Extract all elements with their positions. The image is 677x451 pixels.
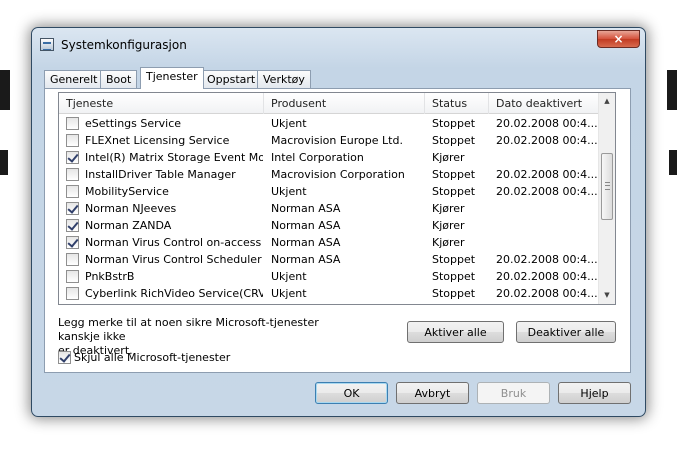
- service-status: Stoppet: [432, 134, 476, 147]
- cancel-button[interactable]: Avbryt: [396, 382, 469, 404]
- service-manufacturer: Norman ASA: [271, 202, 341, 215]
- service-date-disabled: 20.02.2008 00:4...: [496, 117, 598, 130]
- column-header-service[interactable]: Tjeneste: [59, 93, 264, 114]
- column-header-manufacturer[interactable]: Produsent: [264, 93, 425, 114]
- scroll-down-arrow-icon[interactable]: ▼: [599, 287, 615, 304]
- system-configuration-window: Systemkonfigurasjon × Generelt Boot Tjen…: [31, 27, 646, 417]
- tab-tools[interactable]: Verktøy: [257, 70, 311, 88]
- service-name: eSettings Service: [85, 117, 182, 130]
- help-button[interactable]: Hjelp: [558, 382, 631, 404]
- service-name: Norman ZANDA: [85, 219, 172, 232]
- service-manufacturer: Norman ASA: [271, 236, 341, 249]
- hide-microsoft-services-label[interactable]: Skjul alle Microsoft-tjenester: [74, 351, 230, 364]
- scroll-thumb[interactable]: [601, 153, 613, 220]
- service-checkbox[interactable]: [66, 168, 79, 181]
- background-strip-right-2: [669, 150, 677, 175]
- column-header-status[interactable]: Status: [425, 93, 489, 114]
- service-manufacturer: Ukjent: [271, 117, 307, 130]
- disable-all-button[interactable]: Deaktiver alle: [516, 321, 616, 343]
- service-manufacturer: Ukjent: [271, 270, 307, 283]
- service-checkbox[interactable]: [66, 202, 79, 215]
- services-list[interactable]: Tjeneste Produsent Status Dato deaktiver…: [58, 92, 616, 305]
- service-date-disabled: 20.02.2008 00:4...: [496, 168, 598, 181]
- msconfig-icon: [40, 38, 54, 51]
- service-status: Stoppet: [432, 185, 476, 198]
- tab-startup[interactable]: Oppstart: [201, 70, 262, 88]
- table-row[interactable]: Intel(R) Matrix Storage Event Moni... Int…: [59, 149, 600, 166]
- service-name: Norman Virus Control Scheduler: [85, 253, 262, 266]
- service-name: Cyberlink RichVideo Service(CRVS): [85, 287, 263, 300]
- service-checkbox[interactable]: [66, 219, 79, 232]
- service-status: Stoppet: [432, 117, 476, 130]
- hide-microsoft-services-checkbox[interactable]: [58, 351, 71, 364]
- table-row[interactable]: MobilityService Ukjent Stoppet 20.02.2008 0…: [59, 183, 600, 200]
- service-date-disabled: 20.02.2008 00:4...: [496, 270, 598, 283]
- tab-boot[interactable]: Boot: [100, 70, 138, 88]
- vertical-scrollbar[interactable]: ▲ ▼: [598, 93, 615, 304]
- service-checkbox[interactable]: [66, 270, 79, 283]
- apply-button[interactable]: Bruk: [477, 382, 550, 404]
- service-manufacturer: Macrovision Corporation: [271, 168, 405, 181]
- table-row[interactable]: InstallDriver Table Manager Macrovision C…: [59, 166, 600, 183]
- service-checkbox[interactable]: [66, 151, 79, 164]
- column-header-date-disabled[interactable]: Dato deaktivert: [489, 93, 600, 114]
- service-name: Intel(R) Matrix Storage Event Moni...: [85, 151, 263, 164]
- table-row[interactable]: eSettings Service Ukjent Stoppet 20.02.2008…: [59, 115, 600, 132]
- service-status: Kjører: [432, 202, 465, 215]
- background-strip-left-2: [0, 150, 8, 175]
- service-checkbox[interactable]: [66, 253, 79, 266]
- tab-services[interactable]: Tjenester: [140, 67, 204, 89]
- service-date-disabled: 20.02.2008 00:4...: [496, 287, 598, 300]
- list-header: Tjeneste Produsent Status Dato deaktiver…: [59, 93, 600, 114]
- service-status: Stoppet: [432, 253, 476, 266]
- services-tab-panel: Tjeneste Produsent Status Dato deaktiver…: [44, 88, 631, 373]
- table-row[interactable]: Norman Virus Control on-access co... Norm…: [59, 234, 600, 251]
- scroll-up-arrow-icon[interactable]: ▲: [599, 93, 615, 110]
- service-manufacturer: Macrovision Europe Ltd.: [271, 134, 403, 147]
- background-strip-left: [0, 70, 10, 110]
- tab-general[interactable]: Generelt: [44, 70, 104, 88]
- service-status: Kjører: [432, 219, 465, 232]
- table-row[interactable]: Norman Virus Control Scheduler Norman ASA…: [59, 251, 600, 268]
- service-manufacturer: Ukjent: [271, 287, 307, 300]
- table-row[interactable]: Norman ZANDA Norman ASA Kjører: [59, 217, 600, 234]
- service-manufacturer: Intel Corporation: [271, 151, 364, 164]
- service-date-disabled: 20.02.2008 00:4...: [496, 134, 598, 147]
- background-strip-right: [667, 70, 677, 110]
- service-checkbox[interactable]: [66, 236, 79, 249]
- service-name: MobilityService: [85, 185, 169, 198]
- table-row[interactable]: PnkBstrB Ukjent Stoppet 20.02.2008 00:4...: [59, 268, 600, 285]
- service-status: Kjører: [432, 151, 465, 164]
- service-checkbox[interactable]: [66, 117, 79, 130]
- service-checkbox[interactable]: [66, 185, 79, 198]
- service-checkbox[interactable]: [66, 287, 79, 300]
- service-manufacturer: Ukjent: [271, 185, 307, 198]
- service-manufacturer: Norman ASA: [271, 253, 341, 266]
- service-name: Norman Virus Control on-access co...: [85, 236, 263, 249]
- service-status: Kjører: [432, 236, 465, 249]
- service-name: PnkBstrB: [85, 270, 135, 283]
- service-status: Stoppet: [432, 270, 476, 283]
- service-name: InstallDriver Table Manager: [85, 168, 236, 181]
- service-name: Norman NJeeves: [85, 202, 177, 215]
- window-title: Systemkonfigurasjon: [61, 38, 187, 52]
- service-date-disabled: 20.02.2008 00:4...: [496, 253, 598, 266]
- table-row[interactable]: FLEXnet Licensing Service Macrovision Eur…: [59, 132, 600, 149]
- close-button[interactable]: ×: [597, 30, 640, 48]
- service-status: Stoppet: [432, 287, 476, 300]
- ok-button[interactable]: OK: [315, 382, 388, 404]
- enable-all-button[interactable]: Aktiver alle: [407, 321, 504, 343]
- service-status: Stoppet: [432, 168, 476, 181]
- table-row[interactable]: Cyberlink RichVideo Service(CRVS) Ukjent S…: [59, 285, 600, 302]
- service-checkbox[interactable]: [66, 134, 79, 147]
- note-line-1: Legg merke til at noen sikre Microsoft-t…: [58, 316, 319, 343]
- service-name: FLEXnet Licensing Service: [85, 134, 230, 147]
- table-row[interactable]: Norman NJeeves Norman ASA Kjører: [59, 200, 600, 217]
- service-manufacturer: Norman ASA: [271, 219, 341, 232]
- service-date-disabled: 20.02.2008 00:4...: [496, 185, 598, 198]
